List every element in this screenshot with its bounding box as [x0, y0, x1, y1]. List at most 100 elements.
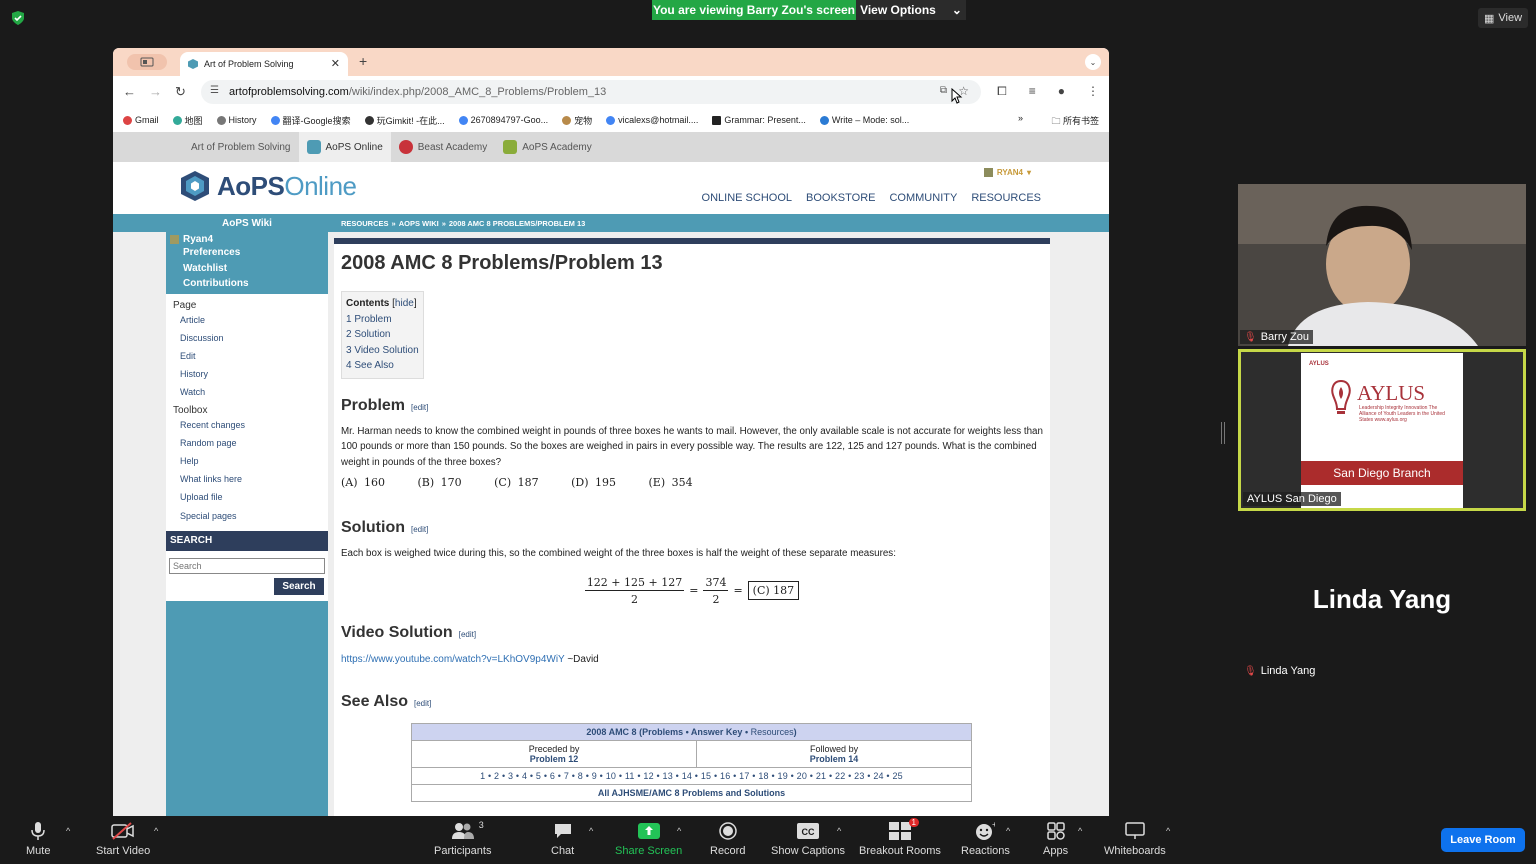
- bookmark-hotmail[interactable]: vicalexs@hotmail....: [606, 115, 698, 125]
- view-button[interactable]: ▦ View: [1478, 8, 1528, 28]
- site-info-icon[interactable]: ☰: [210, 85, 219, 96]
- start-video-button[interactable]: Start Video: [96, 820, 150, 857]
- nav-table-resources-link[interactable]: Resources: [751, 727, 794, 737]
- participant-tile-linda[interactable]: Linda Yang 🎙 Linda Yang: [1238, 518, 1526, 680]
- reactions-button[interactable]: + Reactions: [961, 820, 1010, 857]
- nav-table-contest[interactable]: 2008 AMC 8 (: [586, 727, 642, 737]
- breadcrumb-resources[interactable]: RESOURCES: [341, 219, 389, 228]
- edit-problem-link[interactable]: edit: [413, 403, 426, 412]
- record-button[interactable]: Record: [710, 820, 745, 857]
- nav-table-answer-key-link[interactable]: Answer Key: [691, 727, 743, 737]
- nav-resources[interactable]: RESOURCES: [971, 192, 1041, 204]
- sidebar-item-watch[interactable]: Watch: [173, 383, 328, 401]
- audio-options-caret-icon[interactable]: ^: [66, 826, 70, 836]
- tab-search-icon[interactable]: [127, 54, 167, 70]
- all-problems-link[interactable]: All AJHSME/AMC 8 Problems and Solutions: [411, 783, 972, 802]
- more-menu-icon[interactable]: ⋮: [1087, 84, 1099, 99]
- sidebar-item-discussion[interactable]: Discussion: [173, 329, 328, 347]
- translate-icon[interactable]: ⧉: [940, 85, 947, 96]
- wiki-search-input[interactable]: [169, 557, 325, 574]
- whiteboards-button[interactable]: Whiteboards: [1104, 820, 1166, 857]
- toc-item-solution[interactable]: 2 Solution: [346, 327, 419, 343]
- sidebar-item-what-links-here[interactable]: What links here: [173, 470, 328, 488]
- address-bar[interactable]: ☰ artofproblemsolving.com /wiki/index.ph…: [201, 80, 981, 104]
- sidebar-username[interactable]: Ryan4: [170, 234, 324, 245]
- apps-options-caret-icon[interactable]: ^: [1078, 826, 1082, 836]
- sidebar-item-history[interactable]: History: [173, 365, 328, 383]
- toc-item-problem[interactable]: 1 Problem: [346, 312, 419, 328]
- edit-solution-link[interactable]: edit: [413, 525, 426, 534]
- previous-problem-link[interactable]: Problem 12: [414, 754, 694, 764]
- participant-tile-aylus[interactable]: AYLUS AYLUS Leadership Integrity Innovat…: [1238, 349, 1526, 511]
- bookmark-gimkit[interactable]: 玩Gimkit! -在此...: [364, 114, 445, 127]
- site-tab-aops[interactable]: Art of Problem Solving: [183, 132, 299, 162]
- captions-options-caret-icon[interactable]: ^: [837, 826, 841, 836]
- chat-button[interactable]: Chat: [551, 820, 574, 857]
- share-screen-button[interactable]: Share Screen: [615, 820, 682, 857]
- site-tab-beast-academy[interactable]: Beast Academy: [391, 132, 495, 162]
- view-options-button[interactable]: View Options ⌄: [856, 0, 966, 20]
- wiki-title[interactable]: AoPS Wiki: [166, 214, 328, 232]
- bookmark-google-doc[interactable]: 2670894797-Goo...: [458, 115, 548, 125]
- problem-number-links[interactable]: 1 • 2 • 3 • 4 • 5 • 6 • 7 • 8 • 9 • 10 •…: [411, 766, 972, 785]
- nav-community[interactable]: COMMUNITY: [889, 192, 957, 204]
- nav-bookstore[interactable]: BOOKSTORE: [806, 192, 875, 204]
- bookmark-maps[interactable]: 地图: [172, 114, 203, 127]
- breakout-rooms-button[interactable]: 1 Breakout Rooms: [859, 818, 941, 857]
- tab-list-chevron-icon[interactable]: ⌄: [1085, 54, 1101, 70]
- sidebar-item-upload-file[interactable]: Upload file: [173, 488, 328, 506]
- toc-hide-link[interactable]: hide: [395, 298, 414, 309]
- bookmark-history[interactable]: History: [216, 115, 257, 125]
- sidebar-contributions[interactable]: Contributions: [170, 276, 324, 292]
- profile-avatar-icon[interactable]: ●: [1058, 84, 1065, 99]
- breadcrumb-wiki[interactable]: AOPS WIKI: [399, 219, 439, 228]
- next-problem-link[interactable]: Problem 14: [699, 754, 969, 764]
- participant-tile-barry[interactable]: 🎙 Barry Zou: [1238, 184, 1526, 346]
- chat-options-caret-icon[interactable]: ^: [589, 826, 593, 836]
- nav-table-problems-link[interactable]: Problems: [642, 727, 683, 737]
- bookmark-grammar[interactable]: Grammar: Present...: [712, 115, 806, 125]
- bookmark-write[interactable]: Write – Mode: sol...: [819, 115, 909, 125]
- leave-room-button[interactable]: Leave Room: [1441, 828, 1525, 852]
- reload-icon[interactable]: ↻: [175, 84, 186, 100]
- edit-video-link[interactable]: edit: [461, 630, 474, 639]
- toc-item-video-solution[interactable]: 3 Video Solution: [346, 343, 419, 359]
- mute-button[interactable]: Mute: [26, 820, 50, 857]
- sidebar-item-recent-changes[interactable]: Recent changes: [173, 416, 328, 434]
- sidebar-item-special-pages[interactable]: Special pages: [173, 507, 328, 525]
- edit-see-also-link[interactable]: edit: [416, 699, 429, 708]
- share-options-caret-icon[interactable]: ^: [677, 826, 681, 836]
- sidebar-item-article[interactable]: Article: [173, 311, 328, 329]
- sidebar-item-edit[interactable]: Edit: [173, 347, 328, 365]
- site-tab-aops-academy[interactable]: AoPS Academy: [495, 132, 599, 162]
- youtube-link[interactable]: https://www.youtube.com/watch?v=LKhOV9p4…: [341, 654, 565, 665]
- reactions-options-caret-icon[interactable]: ^: [1006, 826, 1010, 836]
- whiteboards-options-caret-icon[interactable]: ^: [1166, 826, 1170, 836]
- more-bookmarks-icon[interactable]: »: [1018, 113, 1023, 123]
- site-tab-aops-online[interactable]: AoPS Online: [298, 132, 391, 162]
- bookmark-google-translate[interactable]: 翻译-Google搜索: [270, 114, 351, 127]
- user-menu[interactable]: RYAN4 ▾: [983, 168, 1031, 177]
- toc-item-see-also[interactable]: 4 See Also: [346, 358, 419, 374]
- wiki-search-button[interactable]: Search: [274, 577, 324, 595]
- show-captions-button[interactable]: CC Show Captions: [771, 820, 845, 857]
- close-tab-icon[interactable]: ✕: [331, 57, 340, 70]
- back-icon[interactable]: ←: [123, 84, 136, 99]
- aops-online-logo[interactable]: AoPSOnline: [179, 170, 357, 202]
- video-options-caret-icon[interactable]: ^: [154, 826, 158, 836]
- apps-button[interactable]: Apps: [1043, 820, 1068, 857]
- all-bookmarks-folder[interactable]: 🗀 所有书签: [1051, 114, 1099, 130]
- extensions-icon[interactable]: ⧠: [997, 84, 1007, 99]
- sidebar-watchlist[interactable]: Watchlist: [170, 261, 324, 277]
- panel-resize-handle[interactable]: [1221, 422, 1225, 444]
- new-tab-icon[interactable]: +: [359, 53, 367, 69]
- security-shield-icon[interactable]: [10, 10, 26, 26]
- browser-tab[interactable]: Art of Problem Solving ✕: [180, 52, 348, 76]
- forward-icon[interactable]: →: [149, 84, 162, 99]
- bookmark-gmail[interactable]: Gmail: [123, 115, 159, 125]
- sidebar-preferences[interactable]: Preferences: [170, 245, 324, 261]
- sidebar-item-help[interactable]: Help: [173, 452, 328, 470]
- bookmark-pets[interactable]: 宠物: [562, 114, 592, 127]
- participants-button[interactable]: 3 Participants: [434, 820, 491, 857]
- media-control-icon[interactable]: ≡: [1029, 84, 1036, 99]
